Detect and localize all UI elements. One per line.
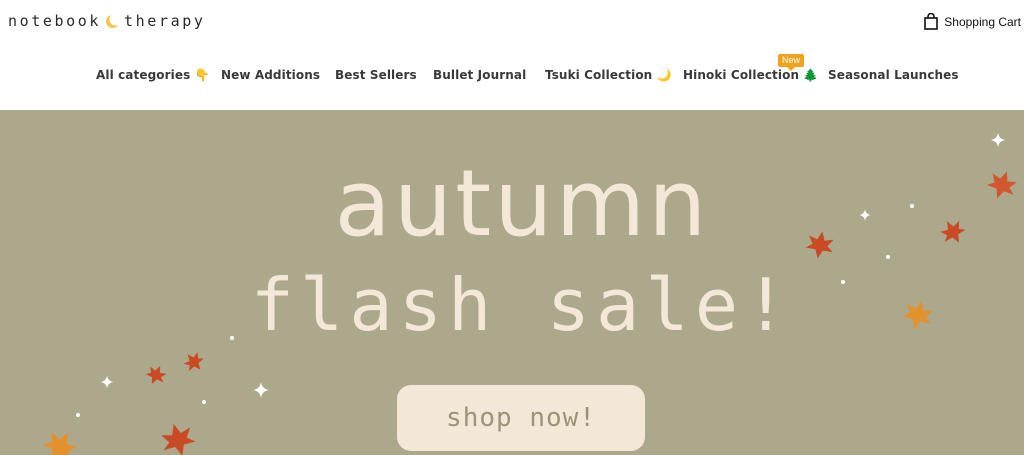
nav-new-additions[interactable]: New Additions bbox=[221, 68, 320, 82]
sparkle-icon bbox=[100, 375, 114, 389]
nav-best-sellers[interactable]: Best Sellers bbox=[335, 68, 417, 82]
nav-bullet-journal[interactable]: Bullet Journal bbox=[433, 68, 526, 82]
sparkle-dot bbox=[841, 280, 845, 284]
nav-tsuki-collection[interactable]: Tsuki Collection 🌙 bbox=[545, 68, 672, 82]
maple-leaf-icon bbox=[936, 215, 970, 249]
sparkle-dot bbox=[910, 204, 914, 208]
nav-hinoki-collection[interactable]: Hinoki Collection 🌲 bbox=[683, 68, 818, 82]
maple-leaf-icon bbox=[142, 361, 170, 389]
new-badge: New bbox=[778, 54, 804, 71]
maple-leaf-icon bbox=[37, 424, 83, 455]
shopping-bag-icon bbox=[924, 13, 939, 30]
shop-now-button[interactable]: shop now! bbox=[397, 385, 645, 451]
sparkle-icon bbox=[859, 209, 871, 221]
maple-leaf-icon bbox=[180, 348, 208, 376]
logo-text-notebook: notebook bbox=[8, 12, 102, 30]
site-logo[interactable]: notebook therapy bbox=[8, 12, 205, 30]
cart-label: Shopping Cart bbox=[944, 14, 1021, 29]
sparkle-dot bbox=[76, 413, 80, 417]
sparkle-dot bbox=[230, 336, 234, 340]
sparkle-dot bbox=[202, 400, 206, 404]
sparkle-icon bbox=[253, 382, 269, 398]
logo-text-therapy: therapy bbox=[124, 12, 206, 30]
headline-autumn: autumn bbox=[335, 150, 710, 257]
site-header: notebook therapy Shopping Cart All categ… bbox=[0, 0, 1024, 110]
main-navigation: All categories 👇 New Additions Best Sell… bbox=[0, 68, 1024, 86]
nav-seasonal-launches[interactable]: Seasonal Launches bbox=[828, 68, 959, 82]
maple-leaf-icon bbox=[983, 166, 1021, 204]
maple-leaf-icon bbox=[899, 296, 937, 334]
sparkle-dot bbox=[886, 255, 890, 259]
maple-leaf-icon bbox=[804, 229, 836, 261]
hero-banner[interactable]: autumn flash sale! shop now! bbox=[0, 110, 1024, 455]
crescent-moon-icon bbox=[105, 13, 122, 29]
shop-now-label: shop now! bbox=[446, 403, 596, 433]
shopping-cart-link[interactable]: Shopping Cart bbox=[924, 13, 1021, 30]
sparkle-icon bbox=[991, 133, 1005, 147]
headline-flash-sale: flash sale! bbox=[251, 263, 794, 347]
maple-leaf-icon bbox=[157, 419, 199, 455]
nav-all-categories[interactable]: All categories 👇 bbox=[96, 68, 210, 82]
